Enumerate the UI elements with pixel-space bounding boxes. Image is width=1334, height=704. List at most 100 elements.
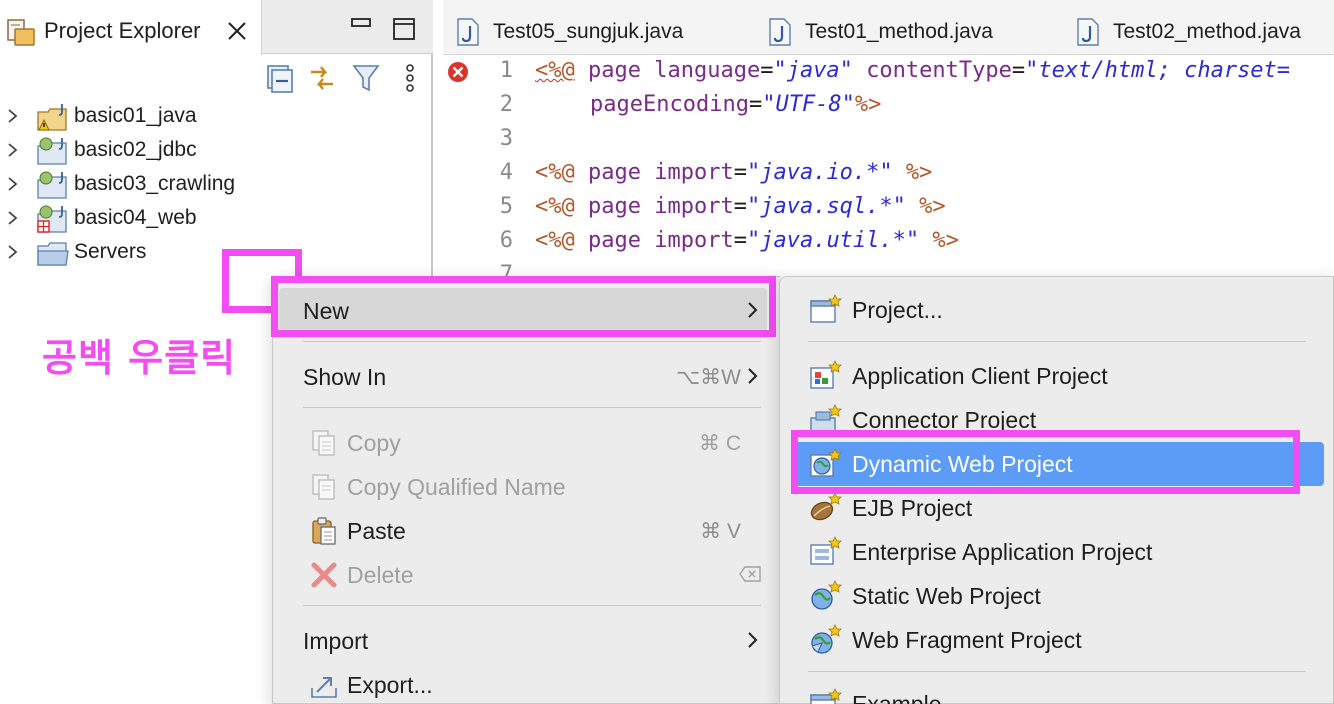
chevron-right-icon[interactable] <box>4 209 22 227</box>
menu-item-label: Paste <box>347 518 406 544</box>
line-number: 4 <box>499 160 513 185</box>
submenu-item-label: Static Web Project <box>852 583 1041 609</box>
submenu-item-project[interactable]: Project... <box>792 288 1324 332</box>
filter-icon[interactable] <box>349 60 383 96</box>
code-text: <%@ page import="java.sql.*" %> <box>535 194 946 219</box>
chevron-right-icon[interactable] <box>4 175 22 193</box>
menu-separator <box>303 605 761 606</box>
tree-item-label: basic01_java <box>74 104 197 127</box>
editor-tabbar: Test05_sungjuk.java Test01_method.java T… <box>443 0 1334 55</box>
project-explorer-icon <box>7 19 35 46</box>
menu-separator <box>808 671 1306 672</box>
menu-item-copy-qualified-name[interactable]: Copy Qualified Name <box>279 464 767 508</box>
export-icon <box>311 677 337 698</box>
chevron-right-icon <box>748 632 758 648</box>
ejb-project-icon <box>810 492 842 521</box>
java-file-icon <box>769 18 791 46</box>
project-explorer-tabbar: Project Explorer <box>0 0 433 55</box>
jsp-directive-close: %> <box>854 92 882 117</box>
code-string: "java.sql.*" <box>746 194 906 219</box>
project-explorer-tab[interactable]: Project Explorer <box>0 0 262 55</box>
code-keyword: page <box>588 160 641 185</box>
code-keyword: page <box>588 228 641 253</box>
copy-icon <box>312 430 335 456</box>
java-file-icon <box>1077 18 1099 46</box>
menu-item-copy[interactable]: Copy ⌘ C <box>279 420 767 464</box>
jsp-directive-open: <%@ <box>535 58 575 83</box>
code-line: 6 <%@ page import="java.util.*" %> <box>443 226 1334 260</box>
menu-separator <box>303 407 761 408</box>
submenu-item-static-web-project[interactable]: Static Web Project <box>792 574 1324 618</box>
tree-item-basic02-jdbc[interactable]: basic02_jdbc <box>0 134 300 168</box>
menu-separator <box>303 341 761 342</box>
code-text: <%@ page import="java.io.*" %> <box>535 160 932 185</box>
submenu-item-example[interactable]: Example... <box>792 682 1324 704</box>
chevron-right-icon[interactable] <box>4 107 22 125</box>
code-equals: = <box>733 160 747 185</box>
menu-item-label: Show In <box>303 364 387 390</box>
tree-item-basic03-crawling[interactable]: basic03_crawling <box>0 168 300 202</box>
example-icon <box>810 688 842 704</box>
minimize-icon[interactable] <box>351 18 371 28</box>
submenu-item-label: Web Fragment Project <box>852 627 1082 653</box>
menu-item-delete[interactable]: Delete <box>279 552 767 596</box>
submenu-item-label: Application Client Project <box>852 363 1108 389</box>
tree-item-label: basic03_crawling <box>74 172 236 195</box>
collapse-all-icon[interactable] <box>263 60 297 96</box>
web-project-error-icon <box>37 205 67 233</box>
code-string: "java.io.*" <box>746 160 893 185</box>
tree-item-basic01-java[interactable]: basic01_java <box>0 100 300 134</box>
code-line: 4 <%@ page import="java.io.*" %> <box>443 158 1334 192</box>
code-line: 5 <%@ page import="java.sql.*" %> <box>443 192 1334 226</box>
editor-tab-label: Test05_sungjuk.java <box>493 20 684 43</box>
annotation-new-highlight <box>271 276 776 337</box>
annotation-dynamic-web-highlight <box>791 430 1300 494</box>
editor-tab-test01[interactable]: Test01_method.java <box>755 0 1055 55</box>
tree-item-basic04-web[interactable]: basic04_web <box>0 202 300 236</box>
delete-icon <box>311 562 337 588</box>
submenu-item-label: Enterprise Application Project <box>852 539 1153 565</box>
code-attribute: language <box>654 58 761 83</box>
menu-item-shortcut: ⌘ V <box>700 520 741 543</box>
java-file-icon <box>457 18 479 46</box>
menu-item-label: Import <box>303 628 369 654</box>
java-project-icon <box>37 171 67 199</box>
chevron-right-icon[interactable] <box>4 141 22 159</box>
editor-tab-test05[interactable]: Test05_sungjuk.java <box>443 0 743 55</box>
close-icon[interactable] <box>226 20 248 42</box>
code-line: 1 <%@ page language="java" contentType="… <box>443 56 1334 90</box>
menu-item-show-in[interactable]: Show In ⌥⌘W <box>279 354 767 398</box>
menu-item-import[interactable]: Import <box>279 618 767 662</box>
menu-item-export[interactable]: Export... <box>279 662 767 704</box>
java-project-warning-icon <box>37 104 67 131</box>
chevron-right-icon[interactable] <box>4 243 22 261</box>
submenu-item-enterprise-application-project[interactable]: Enterprise Application Project <box>792 530 1324 574</box>
new-project-icon <box>810 294 842 323</box>
menu-item-shortcut: ⌥⌘W <box>675 366 741 389</box>
submenu-item-application-client-project[interactable]: Application Client Project <box>792 354 1324 398</box>
code-text: pageEncoding="UTF-8"%> <box>590 92 881 117</box>
line-number: 5 <box>499 194 513 219</box>
code-equals: = <box>748 92 763 117</box>
submenu-item-web-fragment-project[interactable]: Web Fragment Project <box>792 618 1324 662</box>
editor-tab-test02[interactable]: Test02_method.java <box>1063 0 1334 55</box>
line-number: 6 <box>499 228 513 253</box>
code-keyword: page <box>588 58 641 83</box>
folder-icon <box>37 242 69 266</box>
line-number: 2 <box>499 92 513 117</box>
error-marker-icon[interactable] <box>447 61 469 83</box>
tree-item-label: Servers <box>74 240 147 263</box>
tree-item-label: basic04_web <box>74 206 197 229</box>
code-text: <%@ page language="java" contentType="te… <box>535 58 1290 83</box>
code-equals: = <box>1011 58 1026 83</box>
menu-item-paste[interactable]: Paste ⌘ V <box>279 508 767 552</box>
maximize-icon[interactable] <box>393 18 415 40</box>
code-keyword: page <box>588 194 641 219</box>
link-with-editor-icon[interactable] <box>305 60 339 96</box>
submenu-item-label: Project... <box>852 297 943 323</box>
code-attribute: import <box>654 228 734 253</box>
editor-tab-label: Test01_method.java <box>805 20 993 43</box>
view-menu-icon[interactable] <box>393 60 427 96</box>
code-string: "java.util.*" <box>746 228 920 253</box>
code-equals: = <box>760 58 774 83</box>
